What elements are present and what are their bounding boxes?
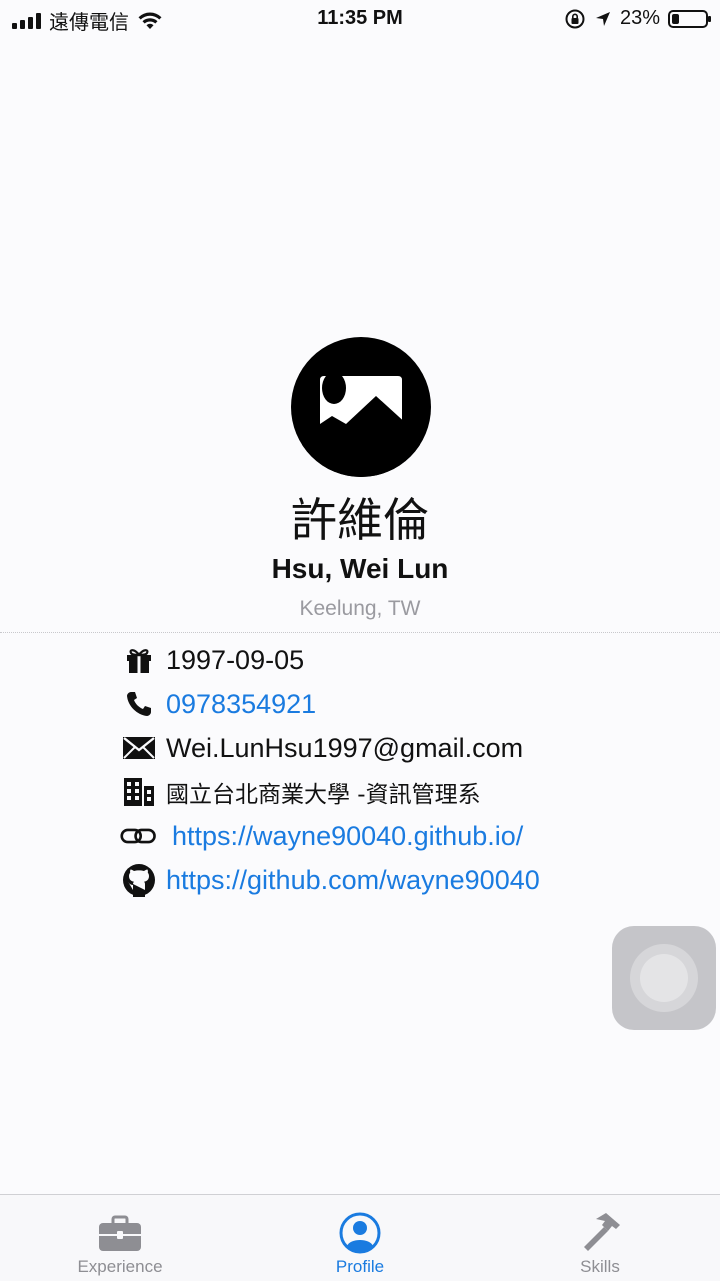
hammer-icon xyxy=(584,1213,620,1251)
building-icon xyxy=(120,774,158,810)
divider xyxy=(0,632,720,633)
tab-experience-label: Experience xyxy=(77,1257,163,1276)
phone-link[interactable]: 0978354921 xyxy=(166,689,316,720)
link-icon xyxy=(120,818,158,854)
tab-skills[interactable]: Skills xyxy=(480,1195,720,1281)
name-english: Hsu, Wei Lun xyxy=(271,553,449,584)
location-text: Keelung, TW xyxy=(299,597,421,620)
status-bar: 遠傳電信 11:35 PM 23% xyxy=(0,0,720,38)
battery-fill xyxy=(672,13,680,24)
assistive-touch-center xyxy=(640,954,688,1002)
school-row: 國立台北商業大學 -資訊管理系 xyxy=(120,770,680,814)
website-link[interactable]: https://wayne90040.github.io/ xyxy=(172,821,523,852)
gift-icon xyxy=(120,642,158,678)
tab-profile-label: Profile xyxy=(335,1257,385,1276)
phone-row[interactable]: 0978354921 xyxy=(120,682,680,726)
location-arrow-icon xyxy=(595,11,610,26)
email-row[interactable]: Wei.LunHsu1997@gmail.com xyxy=(120,726,680,770)
tab-skills-label: Skills xyxy=(580,1257,620,1276)
website-row[interactable]: https://wayne90040.github.io/ xyxy=(120,814,680,858)
person-circle-icon xyxy=(339,1212,381,1254)
tab-bar: Experience Profile Skills xyxy=(0,1194,720,1281)
github-row[interactable]: https://github.com/wayne90040 xyxy=(120,858,680,902)
assistive-touch-button[interactable] xyxy=(612,926,716,1030)
github-link[interactable]: https://github.com/wayne90040 xyxy=(166,865,540,896)
photo-placeholder-icon xyxy=(291,337,431,477)
tab-experience[interactable]: Experience xyxy=(0,1195,240,1281)
envelope-icon xyxy=(120,730,158,766)
battery-percent: 23% xyxy=(619,7,660,29)
rotation-lock-icon xyxy=(565,9,585,28)
school-text: 國立台北商業大學 -資訊管理系 xyxy=(166,782,481,808)
info-list: 1997-09-05 0978354921 Wei.LunHsu1997@gma… xyxy=(120,638,680,902)
briefcase-icon xyxy=(99,1215,141,1251)
status-right: 23% xyxy=(564,7,711,30)
birthday-row: 1997-09-05 xyxy=(120,638,680,682)
battery-icon xyxy=(668,9,711,28)
email-text[interactable]: Wei.LunHsu1997@gmail.com xyxy=(166,733,523,764)
birthday-text: 1997-09-05 xyxy=(166,644,305,675)
github-icon xyxy=(120,862,158,898)
tab-profile[interactable]: Profile xyxy=(240,1195,480,1281)
phone-icon xyxy=(120,686,158,722)
name-chinese: 許維倫 xyxy=(291,493,429,547)
